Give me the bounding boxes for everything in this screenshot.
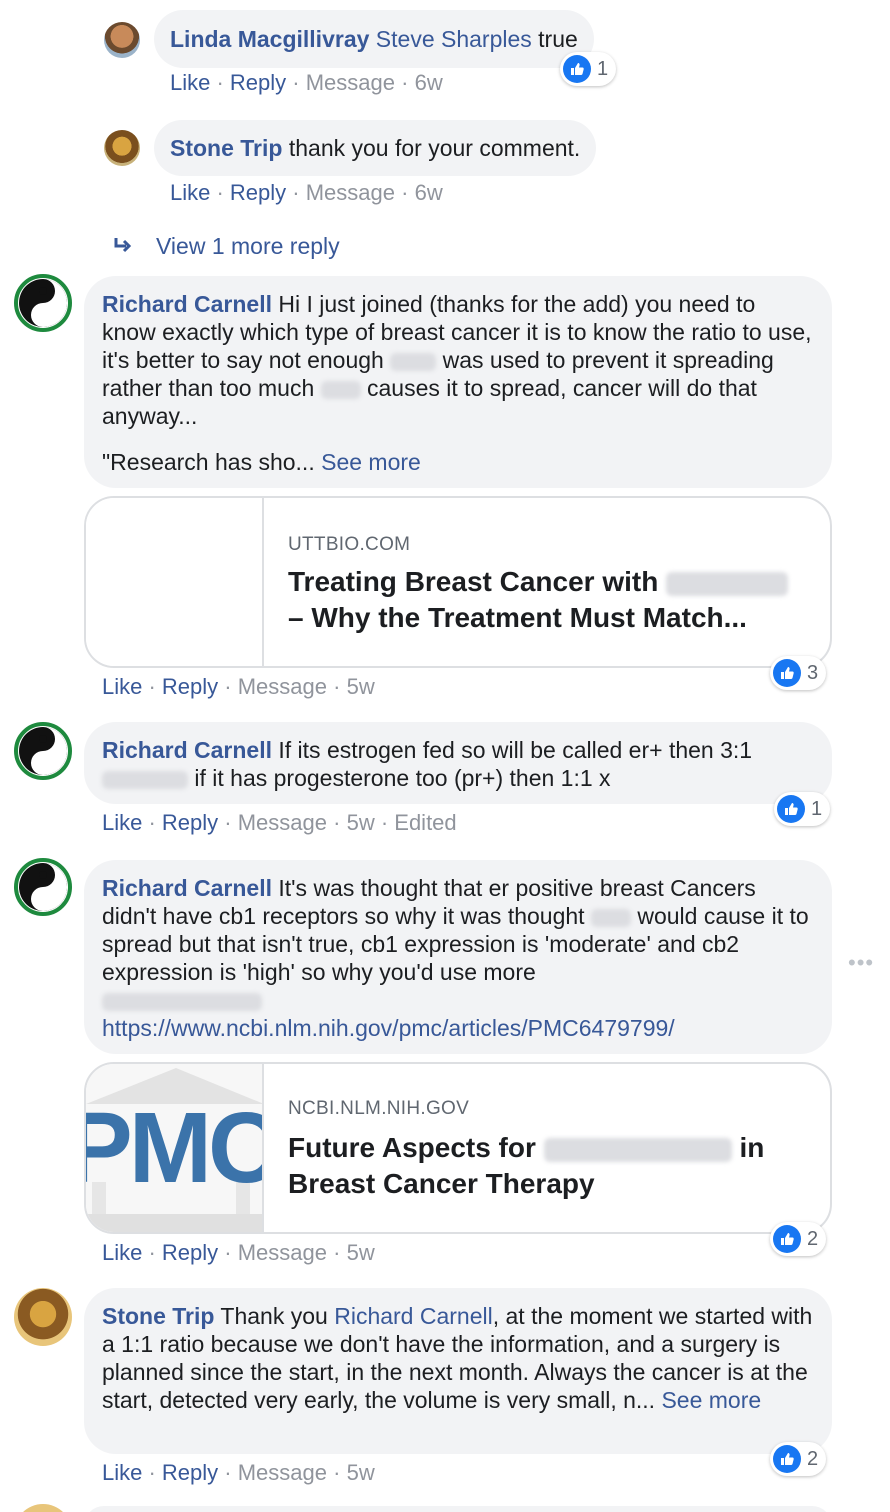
timestamp[interactable]: 5w <box>347 1240 375 1265</box>
comment-author[interactable]: Richard Carnell <box>102 291 272 317</box>
message-link[interactable]: Message <box>238 1460 327 1485</box>
view-more-replies-link[interactable]: View 1 more reply <box>156 233 340 260</box>
like-link[interactable]: Like <box>170 180 210 205</box>
redacted-word <box>102 770 188 789</box>
reply-link[interactable]: Reply <box>230 180 286 205</box>
message-link[interactable]: Message <box>238 674 327 699</box>
comment-author[interactable]: Stone Trip <box>102 1303 214 1329</box>
comment-text: Thank you <box>214 1303 335 1329</box>
reply-arrow-icon <box>112 234 134 261</box>
like-reaction-icon <box>563 55 591 83</box>
like-reaction-icon <box>773 1225 801 1253</box>
reply-link[interactable]: Reply <box>162 1460 218 1485</box>
like-link[interactable]: Like <box>102 1240 142 1265</box>
like-link[interactable]: Like <box>102 810 142 835</box>
avatar[interactable] <box>14 858 72 916</box>
message-link[interactable]: Message <box>238 1240 327 1265</box>
quoted-text: "Research has sho... <box>102 449 322 475</box>
pmc-logo: PMC <box>86 1092 264 1204</box>
avatar[interactable] <box>14 722 72 780</box>
comment-text: thank you for your comment. <box>282 135 581 161</box>
link-thumbnail <box>86 498 264 666</box>
link-preview-card[interactable]: PMC NCBI.NLM.NIH.GOV Future Aspects for … <box>84 1062 832 1234</box>
comment-actions: Like · Reply · Message · 6w <box>170 70 443 95</box>
link-title: Treating Breast Cancer with – Why the Tr… <box>288 564 800 636</box>
reaction-number: 3 <box>807 661 819 684</box>
redacted-word <box>320 380 361 399</box>
reaction-number: 2 <box>807 1447 819 1470</box>
redacted-word <box>102 992 262 1011</box>
redacted-word <box>666 571 789 596</box>
like-reaction-icon <box>773 659 801 687</box>
timestamp[interactable]: 6w <box>415 70 443 95</box>
avatar[interactable] <box>104 22 140 58</box>
comment-bubble: Richard Carnell If its estrogen fed so w… <box>84 722 832 804</box>
reaction-count[interactable]: 2 <box>770 1222 827 1256</box>
avatar[interactable] <box>14 1504 72 1512</box>
redacted-word <box>390 352 437 371</box>
like-link[interactable]: Like <box>102 674 142 699</box>
comment-text: If its estrogen fed so will be called er… <box>272 737 753 763</box>
comment-bubble: Stone Trip Thank you Richard Carnell, at… <box>84 1288 832 1454</box>
avatar[interactable] <box>14 274 72 332</box>
reply-link[interactable]: Reply <box>162 810 218 835</box>
reaction-number: 1 <box>811 797 823 820</box>
timestamp[interactable]: 6w <box>415 180 443 205</box>
timestamp[interactable]: 5w <box>347 674 375 699</box>
link-domain: NCBI.NLM.NIH.GOV <box>288 1098 470 1119</box>
edited-label[interactable]: Edited <box>394 810 456 835</box>
link-preview-card[interactable]: UTTBIO.COM Treating Breast Cancer with –… <box>84 496 832 668</box>
like-reaction-icon <box>777 795 805 823</box>
reply-link[interactable]: Reply <box>162 1240 218 1265</box>
avatar[interactable] <box>14 1288 72 1346</box>
link-domain: UTTBIO.COM <box>288 534 411 555</box>
comment-bubble: Richard Carnell Hi I just joined (thanks… <box>84 276 832 488</box>
comment-author[interactable]: Stone Trip <box>170 135 282 161</box>
comment-text: true <box>531 26 578 52</box>
comment-bubble <box>84 1506 832 1512</box>
like-link[interactable]: Like <box>170 70 210 95</box>
mention-link[interactable]: Steve Sharples <box>376 26 532 52</box>
reaction-count[interactable]: 3 <box>770 656 827 690</box>
more-horizontal-icon[interactable]: ••• <box>848 950 874 976</box>
reply-link[interactable]: Reply <box>230 70 286 95</box>
reaction-number: 2 <box>807 1227 819 1250</box>
link-thumbnail: PMC <box>86 1064 264 1232</box>
comment-author[interactable]: Richard Carnell <box>102 737 272 763</box>
mention-link[interactable]: Richard Carnell <box>334 1303 493 1329</box>
reaction-count[interactable]: 1 <box>560 52 617 86</box>
timestamp[interactable]: 5w <box>347 810 375 835</box>
redacted-word <box>543 1137 732 1162</box>
link-title: Future Aspects for in Breast Cancer Thera… <box>288 1132 765 1199</box>
see-more-link[interactable]: See more <box>661 1387 761 1413</box>
comment-actions: Like · Reply · Message · 5w <box>102 674 375 699</box>
message-link[interactable]: Message <box>306 180 395 205</box>
comment-actions: Like · Reply · Message · 5w <box>102 1240 375 1265</box>
redacted-word <box>590 908 631 927</box>
comment-bubble: Stone Trip thank you for your comment. <box>154 120 597 176</box>
comment-bubble: Linda Macgillivray Steve Sharples true <box>154 10 594 68</box>
message-link[interactable]: Message <box>306 70 395 95</box>
reaction-number: 1 <box>597 57 609 80</box>
comment-bubble: Richard Carnell It's was thought that er… <box>84 860 832 1054</box>
url-link[interactable]: https://www.ncbi.nlm.nih.gov/pmc/article… <box>102 1015 675 1041</box>
comment-actions: Like · Reply · Message · 5w · Edited <box>102 810 457 835</box>
comment-author[interactable]: Richard Carnell <box>102 875 272 901</box>
comment-text: if it has progesterone too (pr+) then 1:… <box>188 765 611 791</box>
reaction-count[interactable]: 1 <box>774 792 831 826</box>
avatar[interactable] <box>104 130 140 166</box>
like-link[interactable]: Like <box>102 1460 142 1485</box>
comment-author[interactable]: Linda Macgillivray <box>170 26 369 52</box>
message-link[interactable]: Message <box>238 810 327 835</box>
comment-actions: Like · Reply · Message · 6w <box>170 180 443 205</box>
like-reaction-icon <box>773 1445 801 1473</box>
reply-link[interactable]: Reply <box>162 674 218 699</box>
see-more-link[interactable]: See more <box>321 449 421 475</box>
comment-actions: Like · Reply · Message · 5w <box>102 1460 375 1485</box>
timestamp[interactable]: 5w <box>347 1460 375 1485</box>
reaction-count[interactable]: 2 <box>770 1442 827 1476</box>
